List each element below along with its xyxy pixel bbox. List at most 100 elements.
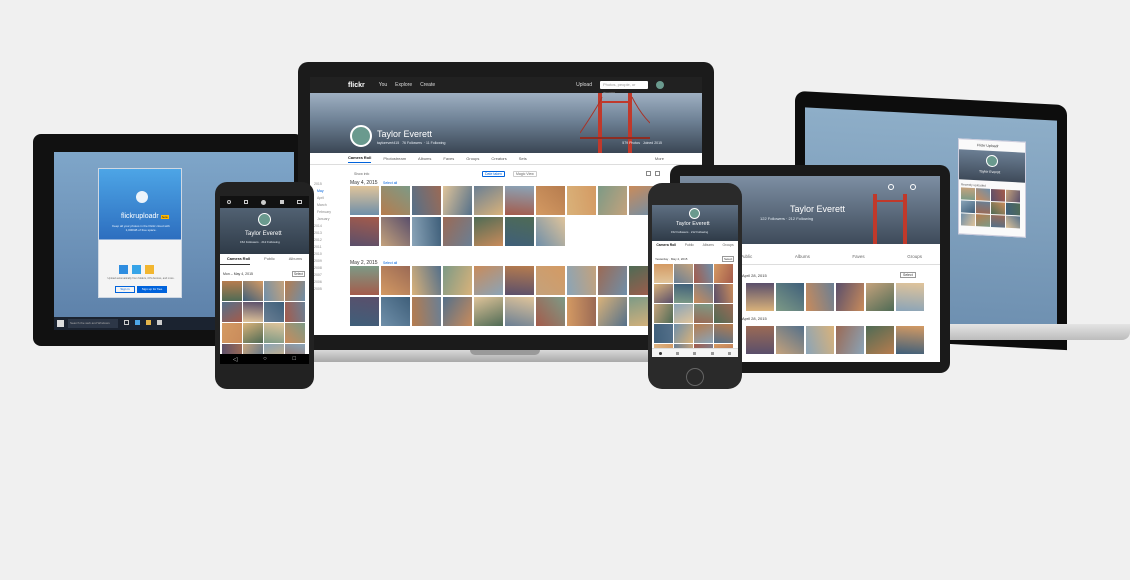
year-sidebar-item[interactable]: 2011 xyxy=(314,244,334,251)
android-tab-public[interactable]: Public xyxy=(264,256,275,261)
photo-thumbnail[interactable] xyxy=(776,326,804,354)
android-profile-followers[interactable]: 152 Followers · 212 Following xyxy=(240,240,280,244)
tab-albums[interactable]: Albums xyxy=(418,156,431,161)
photo-thumbnail[interactable] xyxy=(505,297,534,326)
tab-feed-icon[interactable] xyxy=(676,351,680,355)
ipad-tab-albums[interactable]: Albums xyxy=(795,254,810,259)
iphone-select-button[interactable]: Select xyxy=(722,256,735,262)
photo-thumbnail[interactable] xyxy=(836,283,864,311)
tab-notifications-icon[interactable] xyxy=(710,351,714,355)
tab-photostream[interactable]: Photostream xyxy=(383,156,406,161)
android-select-button[interactable]: Select xyxy=(292,271,305,277)
photo-thumbnail[interactable] xyxy=(350,186,379,215)
photo-thumbnail[interactable] xyxy=(694,284,713,303)
photo-thumbnail[interactable] xyxy=(381,297,410,326)
photo-thumbnail[interactable] xyxy=(243,281,263,301)
iphone-tab-camera-roll[interactable]: Camera Roll xyxy=(656,243,676,247)
photo-thumbnail[interactable] xyxy=(694,304,713,323)
upload-link[interactable]: Upload xyxy=(576,82,592,88)
ipad-tab-groups[interactable]: Groups xyxy=(907,254,922,259)
photo-thumbnail[interactable] xyxy=(412,217,441,246)
year-sidebar-item[interactable]: March xyxy=(314,202,334,209)
tab-camera-roll[interactable]: Camera Roll xyxy=(348,155,372,163)
profile-followers[interactable]: 76 Followers xyxy=(402,141,422,145)
photo-thumbnail[interactable] xyxy=(674,264,693,283)
photo-thumbnail[interactable] xyxy=(961,187,975,201)
photo-thumbnail[interactable] xyxy=(412,266,441,295)
photo-thumbnail[interactable] xyxy=(474,266,503,295)
photo-thumbnail[interactable] xyxy=(285,323,305,343)
grid-icon[interactable] xyxy=(244,200,249,204)
notification-icon[interactable] xyxy=(279,200,284,204)
photo-thumbnail[interactable] xyxy=(567,186,596,215)
flickr-logo[interactable]: flickr xyxy=(348,82,365,89)
year-sidebar-item[interactable]: May xyxy=(314,188,334,195)
photo-thumbnail[interactable] xyxy=(222,281,242,301)
photo-thumbnail[interactable] xyxy=(746,326,774,354)
iphone-tab-groups[interactable]: Groups xyxy=(723,243,734,247)
photo-thumbnail[interactable] xyxy=(474,186,503,215)
year-sidebar-item[interactable]: 2008 xyxy=(314,265,334,272)
show-info-toggle[interactable]: Show info xyxy=(354,172,369,176)
iphone-home-button[interactable] xyxy=(686,368,704,386)
photo-thumbnail[interactable] xyxy=(285,344,305,354)
photo-thumbnail[interactable] xyxy=(264,302,284,322)
ipad-tab-faves[interactable]: Faves xyxy=(852,254,864,259)
photo-thumbnail[interactable] xyxy=(674,284,693,303)
home-icon[interactable]: ○ xyxy=(263,356,267,362)
photo-thumbnail[interactable] xyxy=(976,214,990,227)
list-view-icon[interactable] xyxy=(655,171,660,176)
photo-thumbnail[interactable] xyxy=(976,201,990,214)
photo-thumbnail[interactable] xyxy=(1006,215,1020,229)
tab-groups[interactable]: Groups xyxy=(466,156,479,161)
photo-thumbnail[interactable] xyxy=(806,326,834,354)
photo-thumbnail[interactable] xyxy=(654,304,673,323)
iphone-tab-albums[interactable]: Albums xyxy=(703,243,714,247)
tab-explore-icon[interactable] xyxy=(727,351,731,355)
photo-thumbnail[interactable] xyxy=(776,283,804,311)
photo-thumbnail[interactable] xyxy=(598,266,627,295)
magic-view-filter[interactable]: Magic View xyxy=(513,171,537,177)
photo-thumbnail[interactable] xyxy=(1006,202,1020,216)
photo-thumbnail[interactable] xyxy=(976,188,990,201)
explorer-icon[interactable] xyxy=(146,320,151,325)
recents-icon[interactable]: □ xyxy=(293,356,297,362)
photo-thumbnail[interactable] xyxy=(694,324,713,343)
select-all-2[interactable]: Select all xyxy=(383,261,397,265)
photo-thumbnail[interactable] xyxy=(243,344,263,354)
photo-thumbnail[interactable] xyxy=(285,302,305,322)
profile-avatar[interactable] xyxy=(350,125,372,147)
photo-thumbnail[interactable] xyxy=(674,324,693,343)
photo-thumbnail[interactable] xyxy=(443,297,472,326)
photo-thumbnail[interactable] xyxy=(806,283,834,311)
tab-camera-icon[interactable] xyxy=(693,351,697,355)
photo-thumbnail[interactable] xyxy=(350,217,379,246)
store-icon[interactable] xyxy=(157,320,162,325)
photo-thumbnail[interactable] xyxy=(714,264,733,283)
more-menu[interactable]: More xyxy=(655,156,664,161)
tab-sets[interactable]: Sets xyxy=(519,156,527,161)
photo-thumbnail[interactable] xyxy=(654,324,673,343)
photo-thumbnail[interactable] xyxy=(896,326,924,354)
back-icon[interactable]: ◁ xyxy=(233,356,238,363)
photo-thumbnail[interactable] xyxy=(598,297,627,326)
photo-thumbnail[interactable] xyxy=(264,344,284,354)
year-sidebar-item[interactable]: 2013 xyxy=(314,230,334,237)
year-sidebar-item[interactable]: 2007 xyxy=(314,272,334,279)
photo-thumbnail[interactable] xyxy=(836,326,864,354)
tab-creators[interactable]: Creators xyxy=(491,156,506,161)
photo-thumbnail[interactable] xyxy=(536,217,565,246)
search-icon[interactable] xyxy=(226,200,231,204)
photo-thumbnail[interactable] xyxy=(536,266,565,295)
year-sidebar-item[interactable]: April xyxy=(314,195,334,202)
photo-thumbnail[interactable] xyxy=(654,284,673,303)
year-sidebar-item[interactable]: 2015 xyxy=(314,181,334,188)
android-tab-camera-roll[interactable]: Camera Roll xyxy=(227,256,250,261)
year-sidebar-item[interactable]: 2006 xyxy=(314,279,334,286)
search-input[interactable]: Photos, people, or groups xyxy=(600,81,648,95)
tab-profile-icon[interactable] xyxy=(659,351,663,355)
taskbar-app-icons[interactable] xyxy=(124,320,162,325)
ipad-select-button[interactable]: Select xyxy=(900,272,916,278)
photo-thumbnail[interactable] xyxy=(443,217,472,246)
photo-thumbnail[interactable] xyxy=(866,326,894,354)
